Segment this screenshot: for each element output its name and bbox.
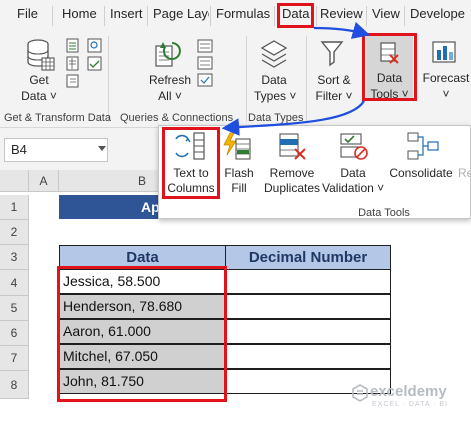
excel-window: File Home Insert Page Layo Formulas Data… (0, 0, 471, 426)
annotation-arrows (221, 21, 371, 136)
